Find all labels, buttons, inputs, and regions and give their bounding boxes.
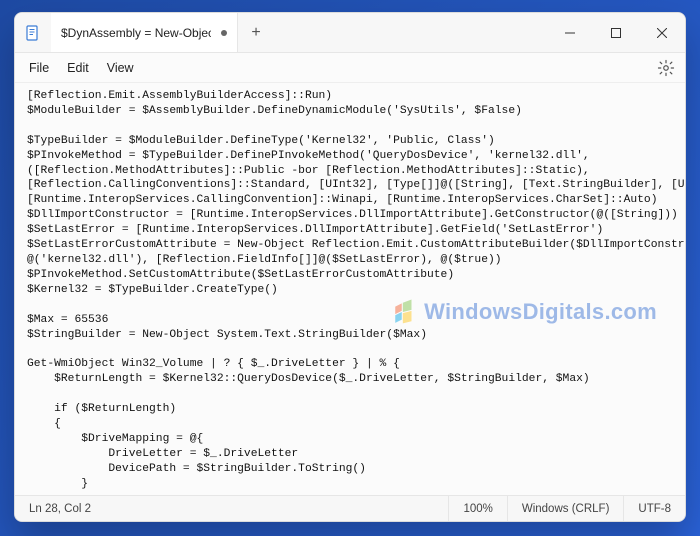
- unsaved-indicator-icon: [221, 30, 227, 36]
- menu-view[interactable]: View: [107, 61, 134, 75]
- tab-title: $DynAssembly = New-Object Syste: [61, 26, 211, 40]
- desktop-background: $DynAssembly = New-Object Syste + File E…: [0, 0, 700, 536]
- titlebar-drag-region[interactable]: [274, 13, 547, 52]
- status-eol[interactable]: Windows (CRLF): [507, 496, 624, 521]
- maximize-button[interactable]: [593, 13, 639, 52]
- text-editor[interactable]: [Reflection.Emit.AssemblyBuilderAccess]:…: [15, 83, 685, 495]
- app-icon: [15, 13, 51, 52]
- status-cursor[interactable]: Ln 28, Col 2: [15, 496, 105, 521]
- titlebar[interactable]: $DynAssembly = New-Object Syste +: [15, 13, 685, 53]
- menu-file[interactable]: File: [29, 61, 49, 75]
- menubar: File Edit View: [15, 53, 685, 83]
- document-tab[interactable]: $DynAssembly = New-Object Syste: [51, 13, 238, 52]
- settings-button[interactable]: [657, 59, 675, 77]
- status-encoding[interactable]: UTF-8: [623, 496, 685, 521]
- close-button[interactable]: [639, 13, 685, 52]
- notepad-window: $DynAssembly = New-Object Syste + File E…: [14, 12, 686, 522]
- new-tab-button[interactable]: +: [238, 13, 274, 52]
- status-zoom[interactable]: 100%: [448, 496, 506, 521]
- minimize-button[interactable]: [547, 13, 593, 52]
- statusbar: Ln 28, Col 2 100% Windows (CRLF) UTF-8: [15, 495, 685, 521]
- menu-edit[interactable]: Edit: [67, 61, 89, 75]
